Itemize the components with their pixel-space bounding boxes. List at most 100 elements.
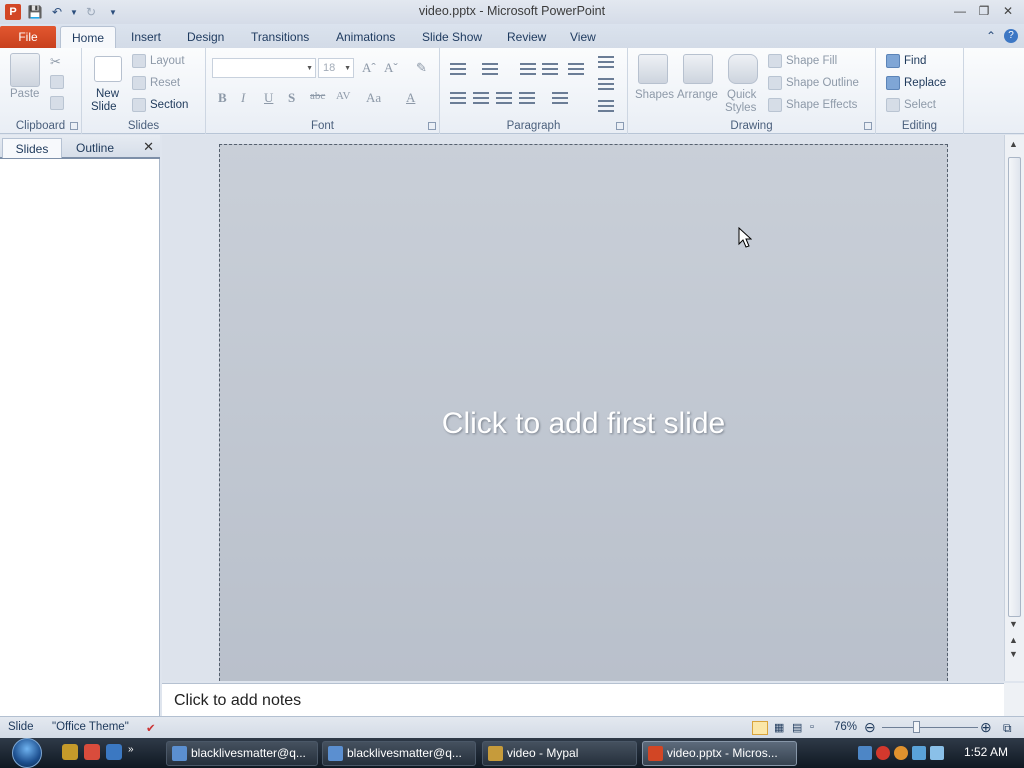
center-icon[interactable] xyxy=(473,92,489,104)
network-icon[interactable] xyxy=(912,746,926,760)
strikethrough-icon[interactable]: abc xyxy=(310,90,325,102)
volume-icon[interactable] xyxy=(930,746,944,760)
zoom-slider-track[interactable] xyxy=(882,727,978,728)
shape-fill-button[interactable]: Shape Fill xyxy=(768,54,837,68)
slide-canvas[interactable]: Click to add first slide xyxy=(219,144,948,681)
layout-button[interactable]: Layout xyxy=(132,54,185,68)
minimize-ribbon-icon[interactable]: ⌃ xyxy=(986,29,996,43)
align-text-icon[interactable] xyxy=(598,78,614,90)
change-case-icon[interactable]: Aa xyxy=(366,90,381,106)
clipboard-launcher-icon[interactable] xyxy=(70,122,78,130)
line-spacing-icon[interactable] xyxy=(568,63,584,75)
font-launcher-icon[interactable] xyxy=(428,122,436,130)
tab-file[interactable]: File xyxy=(0,26,56,48)
notes-placeholder[interactable]: Click to add notes xyxy=(174,692,301,710)
next-slide-icon[interactable]: ▼ xyxy=(1009,649,1018,659)
notes-pane[interactable]: Click to add notes xyxy=(162,683,1004,716)
tab-transitions[interactable]: Transitions xyxy=(241,26,319,48)
slide-show-icon[interactable]: ▫ xyxy=(810,721,814,733)
text-shadow-icon[interactable]: S xyxy=(288,90,295,106)
previous-slide-icon[interactable]: ▲ xyxy=(1009,635,1018,645)
vertical-scrollbar[interactable]: ▲ ▼ ▲ ▼ xyxy=(1004,135,1024,681)
italic-icon[interactable]: I xyxy=(241,90,245,106)
tab-outline[interactable]: Outline xyxy=(64,138,126,158)
bullets-icon[interactable] xyxy=(450,63,466,75)
scrollbar-thumb[interactable] xyxy=(1008,157,1021,617)
replace-button[interactable]: Replace xyxy=(886,76,946,90)
numbering-icon[interactable] xyxy=(482,63,498,75)
add-first-slide-placeholder[interactable]: Click to add first slide xyxy=(220,407,947,441)
zoom-in-icon[interactable]: ⊕ xyxy=(980,719,992,736)
quick-styles-icon[interactable] xyxy=(728,54,758,84)
spell-check-icon[interactable]: ✔ xyxy=(146,721,156,735)
normal-view-icon[interactable] xyxy=(752,721,768,735)
cut-icon[interactable]: ✂ xyxy=(50,54,61,70)
new-slide-label-1[interactable]: New xyxy=(96,88,119,100)
start-button[interactable] xyxy=(6,738,48,768)
grow-font-icon[interactable]: Aˆ xyxy=(362,60,376,76)
align-right-icon[interactable] xyxy=(496,92,512,104)
shapes-button[interactable]: Shapes xyxy=(635,89,674,101)
scroll-down-icon[interactable]: ▼ xyxy=(1009,619,1018,629)
copy-icon[interactable] xyxy=(50,75,68,89)
taskbar-item-powerpoint[interactable]: video.pptx - Micros... xyxy=(642,741,797,766)
drawing-launcher-icon[interactable] xyxy=(864,122,872,130)
align-left-icon[interactable] xyxy=(450,92,466,104)
zoom-out-icon[interactable]: ⊖ xyxy=(864,719,876,736)
paragraph-launcher-icon[interactable] xyxy=(616,122,624,130)
taskbar-item-email-1[interactable]: blacklivesmatter@q... xyxy=(166,741,318,766)
quick-styles-label-2[interactable]: Styles xyxy=(725,102,756,114)
tab-home[interactable]: Home xyxy=(60,26,116,48)
more-quick-launch-icon[interactable]: » xyxy=(128,744,144,760)
reading-view-icon[interactable]: ▤ xyxy=(792,721,802,734)
paste-button[interactable]: Paste xyxy=(10,88,39,100)
smartart-icon[interactable] xyxy=(598,100,614,112)
select-button[interactable]: Select xyxy=(886,98,936,112)
help-icon[interactable]: ? xyxy=(1004,29,1018,43)
arrange-icon[interactable] xyxy=(683,54,713,84)
increase-indent-icon[interactable] xyxy=(542,63,558,75)
new-slide-label-2[interactable]: Slide xyxy=(91,101,117,113)
arrange-button[interactable]: Arrange xyxy=(677,89,718,101)
fit-slide-icon[interactable]: ⧉ xyxy=(1003,721,1012,736)
close-pane-icon[interactable]: ✕ xyxy=(143,139,154,155)
font-size-combo[interactable]: 18 ▼ xyxy=(318,58,354,78)
columns-icon[interactable] xyxy=(552,92,568,104)
justify-icon[interactable] xyxy=(519,92,535,104)
tab-slides[interactable]: Slides xyxy=(2,138,62,158)
show-desktop-icon[interactable] xyxy=(106,744,122,760)
clock[interactable]: 1:52 AM xyxy=(964,745,1008,759)
text-direction-icon[interactable] xyxy=(598,56,614,68)
search-tray-icon[interactable] xyxy=(894,746,908,760)
tab-slide-show[interactable]: Slide Show xyxy=(412,26,492,48)
taskbar-item-mypal[interactable]: video - Mypal xyxy=(482,741,637,766)
restore-button[interactable]: ❐ xyxy=(972,2,996,20)
font-color-icon[interactable]: A xyxy=(406,90,415,106)
new-slide-icon[interactable] xyxy=(94,56,122,82)
paste-icon[interactable] xyxy=(10,53,40,87)
quick-launch-app-icon-2[interactable] xyxy=(84,744,100,760)
find-button[interactable]: Find xyxy=(886,54,926,68)
bold-icon[interactable]: B xyxy=(218,90,227,106)
decrease-indent-icon[interactable] xyxy=(520,63,536,75)
scroll-up-icon[interactable]: ▲ xyxy=(1009,139,1018,149)
tab-insert[interactable]: Insert xyxy=(121,26,171,48)
tab-animations[interactable]: Animations xyxy=(326,26,405,48)
font-name-combo[interactable]: ▼ xyxy=(212,58,316,78)
slide-sorter-icon[interactable]: ▦ xyxy=(774,721,784,734)
quick-launch-app-icon-1[interactable] xyxy=(62,744,78,760)
tab-design[interactable]: Design xyxy=(177,26,234,48)
shrink-font-icon[interactable]: Aˇ xyxy=(384,60,398,76)
zoom-level[interactable]: 76% xyxy=(834,721,857,733)
shapes-icon[interactable] xyxy=(638,54,668,84)
quick-styles-label-1[interactable]: Quick xyxy=(727,89,756,101)
section-button[interactable]: Section xyxy=(132,98,188,112)
shape-outline-button[interactable]: Shape Outline xyxy=(768,76,859,90)
minimize-button[interactable]: — xyxy=(948,2,972,20)
zoom-slider-thumb[interactable] xyxy=(913,721,920,733)
tray-app-icon[interactable] xyxy=(858,746,872,760)
notes-scrollbar[interactable] xyxy=(1004,683,1024,716)
tab-review[interactable]: Review xyxy=(497,26,556,48)
character-spacing-icon[interactable]: AV xyxy=(336,90,350,102)
theme-indicator[interactable]: "Office Theme" xyxy=(52,721,129,733)
